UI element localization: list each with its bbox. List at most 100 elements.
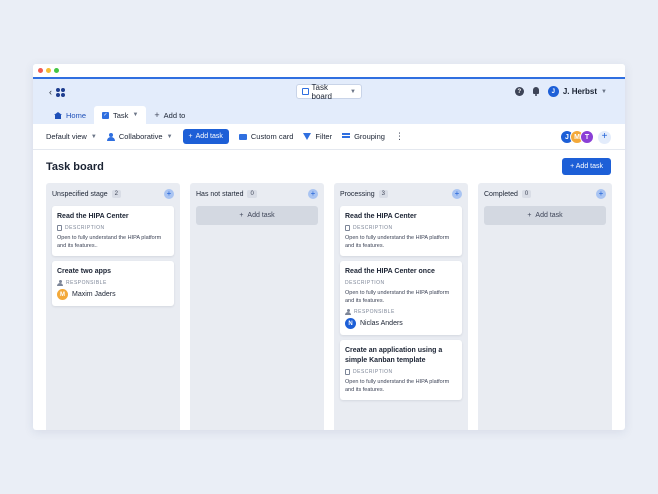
field-label-text: RESPONSIBLE xyxy=(354,309,395,315)
checkbox-icon: ✓ xyxy=(102,111,110,119)
responsible-label: RESPONSIBLE xyxy=(345,309,457,315)
responsible-name: Maxim Jaders xyxy=(72,291,116,298)
chevron-down-icon: ▼ xyxy=(166,133,173,140)
task-card[interactable]: Read the HIPA Center DESCRIPTION Open to… xyxy=(340,206,462,256)
help-icon[interactable]: ? xyxy=(514,87,524,96)
plus-icon: + xyxy=(154,109,160,120)
column-title: Has not started xyxy=(196,190,244,198)
column-title: Completed xyxy=(484,190,518,198)
column-add-task-button[interactable]: + Add task xyxy=(484,206,606,225)
bell-icon[interactable] xyxy=(532,87,540,96)
column-header: Completed 0 + xyxy=(484,188,606,200)
filter-button[interactable]: Filter xyxy=(303,132,332,141)
card-responsible: N Niclas Anders xyxy=(345,318,457,329)
add-collaborator-button[interactable]: + xyxy=(598,130,611,144)
column-count-badge: 2 xyxy=(111,190,121,198)
add-task-button[interactable]: + Add task xyxy=(182,129,229,144)
chevron-down-icon: ▼ xyxy=(90,133,97,140)
field-label-text: DESCRIPTION xyxy=(353,369,393,375)
view-selector[interactable]: Default view ▼ xyxy=(46,132,97,141)
user-avatar: J xyxy=(547,86,559,97)
responsible-name: Niclas Anders xyxy=(360,320,403,327)
collaborative-selector[interactable]: Collaborative ▼ xyxy=(106,132,173,141)
window-titlebar xyxy=(33,64,625,79)
column-header: Unspecified stage 2 + xyxy=(52,188,174,200)
home-icon xyxy=(54,111,62,119)
view-label: Default view xyxy=(46,132,87,141)
more-options-button[interactable]: ⋮ xyxy=(395,131,404,142)
field-label-text: DESCRIPTION xyxy=(345,280,385,286)
person-icon xyxy=(57,280,63,286)
chevron-down-icon: ▼ xyxy=(350,88,356,95)
more-vertical-icon: ⋮ xyxy=(394,131,404,141)
description-label: DESCRIPTION xyxy=(345,280,457,286)
tab-label: Task xyxy=(113,110,129,120)
apps-grid-icon[interactable] xyxy=(56,88,65,97)
field-label-text: DESCRIPTION xyxy=(65,225,105,231)
column-add-button[interactable]: + xyxy=(164,189,174,199)
chevron-left-icon[interactable]: ‹ xyxy=(49,88,52,97)
card-description: Open to fully understand the HIPA platfo… xyxy=(345,235,450,249)
column-count-badge: 0 xyxy=(247,190,257,198)
plus-icon: + xyxy=(239,212,244,219)
task-card[interactable]: Create two apps RESPONSIBLE M Maxim Jade… xyxy=(52,261,174,306)
column-header: Processing 3 + xyxy=(340,188,462,200)
grouping-button[interactable]: Grouping xyxy=(342,132,385,141)
page-title: Task board xyxy=(46,161,104,173)
board-selector-label: Task board xyxy=(311,82,332,101)
board-header: Task board + Add task xyxy=(33,150,625,182)
filter-label: Filter xyxy=(315,132,333,141)
column-add-task-button[interactable]: + Add task xyxy=(196,206,318,225)
custom-card-label: Custom card xyxy=(250,132,294,141)
chevron-down-icon: ▼ xyxy=(601,88,607,95)
task-card[interactable]: Read the HIPA Center once DESCRIPTION Op… xyxy=(340,261,462,335)
tab-home[interactable]: Home xyxy=(46,106,94,124)
user-name: J. Herbst xyxy=(562,87,598,96)
add-task-label: Add task xyxy=(195,133,223,140)
card-title: Create two apps xyxy=(57,268,112,275)
card-description: Open to fully understand the HIPA platfo… xyxy=(57,235,162,249)
user-menu[interactable]: J J. Herbst ▼ xyxy=(547,86,607,97)
filter-icon xyxy=(303,133,312,140)
board-selector[interactable]: Task board ▼ xyxy=(296,82,362,101)
task-card[interactable]: Create an application using a simple Kan… xyxy=(340,340,462,400)
plus-icon: + xyxy=(188,133,193,140)
add-task-label: Add task xyxy=(247,212,275,219)
tab-add-to[interactable]: + Add to xyxy=(146,106,193,124)
column-add-button[interactable]: + xyxy=(308,189,318,199)
column-count-badge: 3 xyxy=(378,190,388,198)
description-label: DESCRIPTION xyxy=(57,225,169,231)
kanban-columns: Unspecified stage 2 + Read the HIPA Cent… xyxy=(46,183,612,430)
column-title: Unspecified stage xyxy=(52,190,108,198)
description-label: DESCRIPTION xyxy=(345,225,457,231)
chevron-down-icon: ▼ xyxy=(132,112,139,118)
minimize-window-button[interactable] xyxy=(46,68,51,73)
field-label-text: RESPONSIBLE xyxy=(66,280,107,286)
app-header: ‹ Task board ▼ ? J J. Herbst ▼ Home ✓ Ta… xyxy=(33,79,625,124)
task-card[interactable]: Read the HIPA Center DESCRIPTION Open to… xyxy=(52,206,174,256)
column-add-button[interactable]: + xyxy=(596,189,606,199)
document-icon xyxy=(57,225,62,231)
document-icon xyxy=(345,225,350,231)
field-label-text: DESCRIPTION xyxy=(353,225,393,231)
custom-card-button[interactable]: Custom card xyxy=(238,132,294,141)
header-actions: ? J J. Herbst ▼ xyxy=(514,86,607,97)
tab-task[interactable]: ✓ Task ▼ xyxy=(94,106,147,124)
people-icon xyxy=(106,132,115,141)
close-window-button[interactable] xyxy=(38,68,43,73)
avatar: M xyxy=(57,289,68,300)
maximize-window-button[interactable] xyxy=(54,68,59,73)
column-header: Has not started 0 + xyxy=(196,188,318,200)
column-add-button[interactable]: + xyxy=(452,189,462,199)
column-processing: Processing 3 + Read the HIPA Center DESC… xyxy=(334,183,468,430)
app-launcher[interactable]: ‹ xyxy=(49,88,65,97)
card-title: Read the HIPA Center xyxy=(57,213,129,220)
grouping-label: Grouping xyxy=(354,132,385,141)
column-count-badge: 0 xyxy=(521,190,532,198)
collaborator-avatar[interactable]: T xyxy=(580,130,594,144)
column-title: Processing xyxy=(340,190,375,198)
tab-bar: Home ✓ Task ▼ + Add to xyxy=(46,106,193,124)
card-icon xyxy=(238,133,247,140)
card-title: Create an application using a simple Kan… xyxy=(345,347,443,364)
board-add-task-button[interactable]: + Add task xyxy=(562,158,611,175)
